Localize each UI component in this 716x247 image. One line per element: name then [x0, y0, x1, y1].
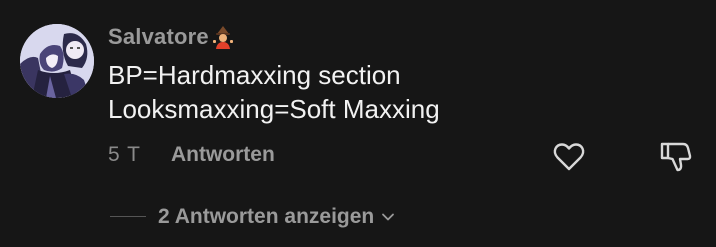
replies-divider: [110, 216, 146, 217]
heart-icon[interactable]: [552, 140, 586, 174]
comment-item: Salvatore BP=Hardmaxxing section Looksma…: [0, 0, 716, 247]
comment-meta: 5 T Antworten: [108, 140, 275, 170]
author-name[interactable]: Salvatore: [108, 24, 209, 50]
show-replies-button[interactable]: 2 Antworten anzeigen: [158, 202, 396, 232]
thumbs-down-icon[interactable]: [658, 138, 694, 174]
mage-emoji-icon: [211, 25, 235, 49]
author-row: Salvatore: [108, 22, 235, 52]
avatar[interactable]: [20, 24, 94, 98]
comment-body-line-2: Looksmaxxing=Soft Maxxing: [108, 94, 440, 124]
avatar-image: [20, 24, 94, 98]
comment-body-line-1: BP=Hardmaxxing section: [108, 60, 401, 90]
chevron-down-icon: [380, 209, 396, 225]
timestamp: 5 T: [108, 143, 141, 166]
reply-button[interactable]: Antworten: [171, 143, 275, 167]
show-replies-label: 2 Antworten anzeigen: [158, 205, 375, 228]
comment-body: BP=Hardmaxxing section Looksmaxxing=Soft…: [108, 58, 668, 126]
